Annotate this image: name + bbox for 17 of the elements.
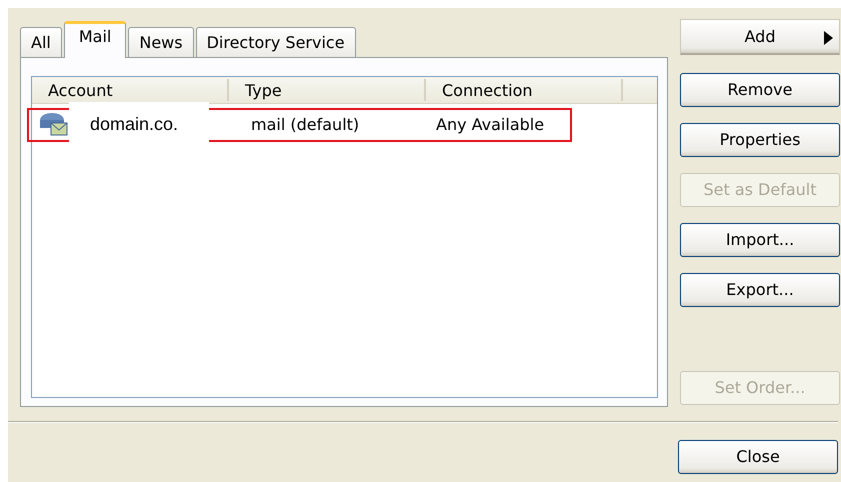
button[interactable]: Properties bbox=[680, 123, 840, 157]
column-header[interactable]: Connection bbox=[426, 79, 623, 101]
button[interactable]: Remove bbox=[680, 73, 840, 107]
table-cell-text: Any Available bbox=[436, 114, 544, 136]
tab[interactable]: All bbox=[20, 27, 62, 57]
tab[interactable]: Mail bbox=[64, 21, 126, 58]
tab[interactable]: Directory Service bbox=[196, 27, 356, 57]
column-header[interactable]: Type bbox=[229, 79, 426, 101]
mail-account-icon bbox=[39, 112, 69, 138]
button[interactable]: Export... bbox=[680, 273, 840, 307]
button[interactable]: Close bbox=[678, 440, 838, 474]
table-cell-text: mail (default) bbox=[250, 114, 360, 136]
button[interactable]: Import... bbox=[680, 223, 840, 257]
account-name: domain.co. bbox=[69, 102, 209, 144]
submenu-arrow-icon bbox=[824, 31, 833, 45]
tab[interactable]: News bbox=[128, 27, 194, 57]
add-menu-button[interactable]: Add bbox=[680, 19, 840, 55]
